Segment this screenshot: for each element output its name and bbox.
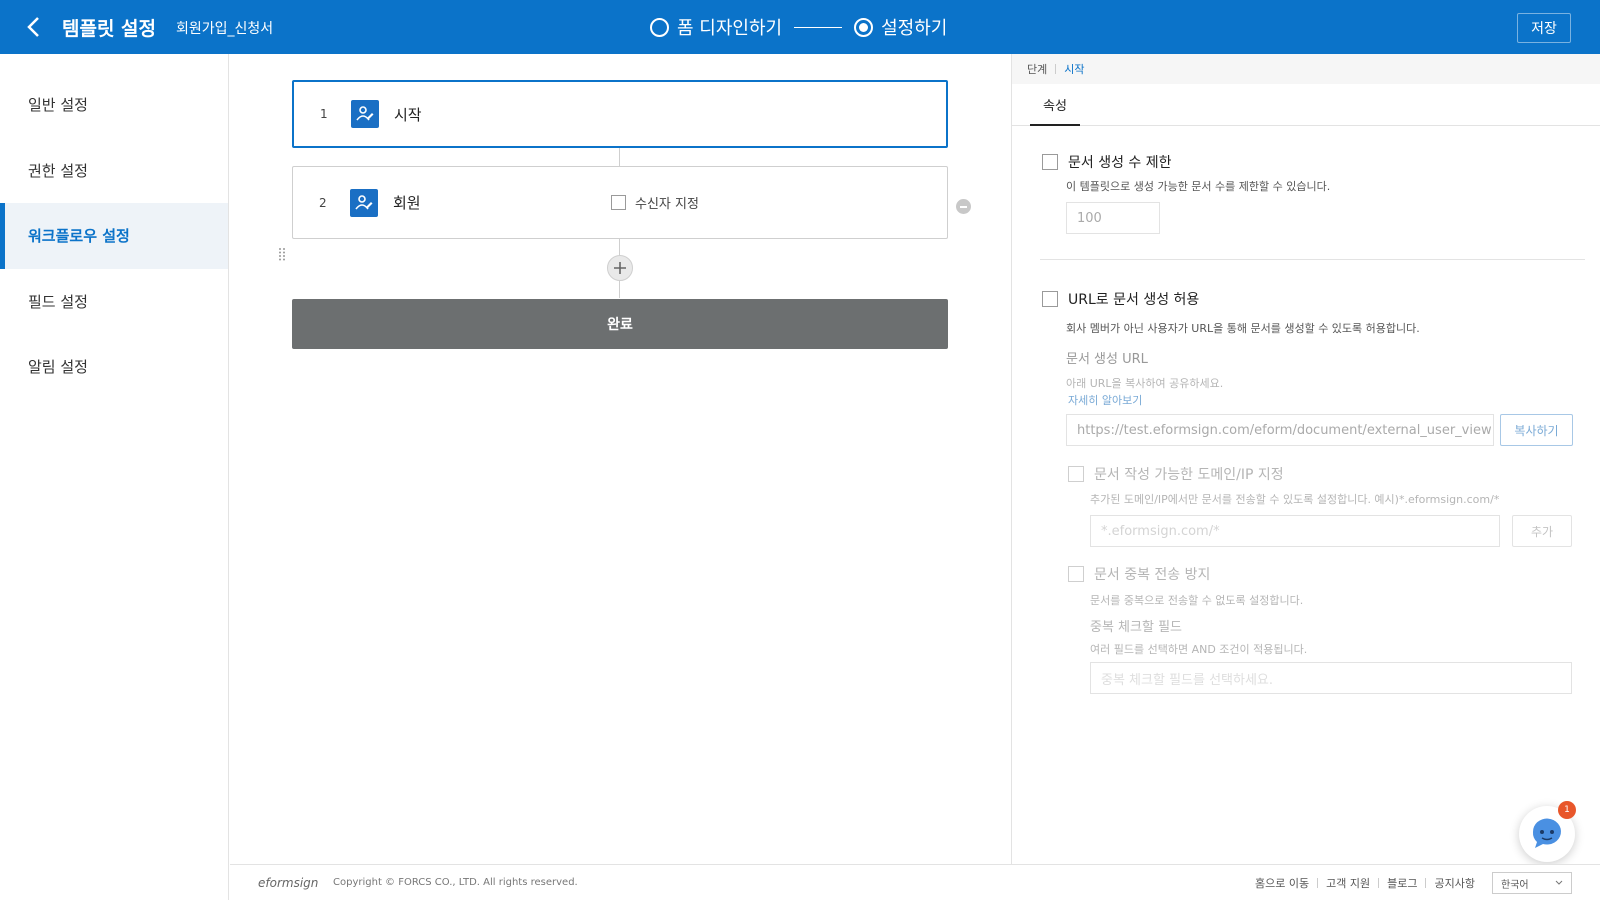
sidebar-item-workflow[interactable]: 워크플로우 설정 xyxy=(0,203,228,269)
footer-logo: eformsign xyxy=(258,875,319,890)
limit-checkbox[interactable] xyxy=(1042,154,1058,170)
language-value: 한국어 xyxy=(1501,879,1529,891)
step-form-design[interactable]: 폼 디자인하기 xyxy=(650,14,782,40)
workflow-step-start[interactable]: 1 시작 xyxy=(292,80,948,148)
footer-link-blog[interactable]: 블로그 xyxy=(1387,875,1417,891)
remove-step-icon[interactable] xyxy=(956,199,971,214)
drag-handle-icon[interactable] xyxy=(278,246,286,261)
top-header: 템플릿 설정 회원가입_신청서 폼 디자인하기 설정하기 저장 xyxy=(0,0,1600,54)
tab-properties[interactable]: 속성 xyxy=(1030,84,1080,126)
url-sub-description: 아래 URL을 복사하여 공유하세요. xyxy=(1066,377,1224,390)
sidebar-item-notifications[interactable]: 알림 설정 xyxy=(0,334,228,400)
chat-badge: 1 xyxy=(1558,801,1576,819)
url-description: 회사 멤버가 아닌 사용자가 URL을 통해 문서를 생성할 수 있도록 허용합… xyxy=(1066,322,1420,335)
document-name: 회원가입_신청서 xyxy=(176,21,274,37)
domain-label: 문서 작성 가능한 도메인/IP 지정 xyxy=(1094,467,1284,483)
workflow-canvas: 1 시작 2 회원 수신자 지정 완료 xyxy=(230,54,1010,864)
connector-line xyxy=(619,148,620,166)
duplicate-field-select[interactable]: 중복 체크할 필드를 선택하세요. xyxy=(1090,662,1572,694)
settings-sidebar: 일반 설정 권한 설정 워크플로우 설정 필드 설정 알림 설정 xyxy=(0,54,229,900)
breadcrumb: 단계 시작 xyxy=(1012,54,1600,84)
workflow-step-member[interactable]: 2 회원 수신자 지정 xyxy=(292,166,948,239)
step-divider xyxy=(794,26,843,28)
duplicate-option[interactable]: 문서 중복 전송 방지 xyxy=(1068,564,1210,584)
add-step-button[interactable] xyxy=(607,255,633,281)
footer-link-notice[interactable]: 공지사항 xyxy=(1434,875,1474,891)
chatbot-icon xyxy=(1532,818,1561,848)
duplicate-field-description: 여러 필드를 선택하면 AND 조건이 적용됩니다. xyxy=(1090,643,1308,656)
checkbox[interactable] xyxy=(611,195,626,210)
footer-separator xyxy=(1425,877,1427,888)
breadcrumb-parent: 단계 xyxy=(1027,63,1048,76)
properties-panel: 단계 시작 속성 문서 생성 수 제한 이 템플릿으로 생성 가능한 문서 수를… xyxy=(1011,54,1600,864)
user-edit-icon xyxy=(350,188,378,217)
breadcrumb-current: 시작 xyxy=(1064,63,1085,76)
duplicate-label: 문서 중복 전송 방지 xyxy=(1094,567,1211,583)
user-edit-icon xyxy=(351,100,379,128)
url-sub-label: 문서 생성 URL xyxy=(1066,352,1148,367)
limit-description: 이 템플릿으로 생성 가능한 문서 수를 제한할 수 있습니다. xyxy=(1066,180,1331,193)
panel-tabs: 속성 xyxy=(1012,84,1600,126)
url-option[interactable]: URL로 문서 생성 허용 xyxy=(1042,289,1199,309)
footer-links: 홈으로 이동 고객 지원 블로그 공지사항 xyxy=(1255,875,1475,891)
footer-separator xyxy=(1317,877,1319,888)
step-name: 시작 xyxy=(394,105,422,124)
footer: eformsign Copyright © FORCS CO., LTD. Al… xyxy=(230,864,1600,900)
copyright-text: Copyright © FORCS CO., LTD. All rights r… xyxy=(333,877,578,888)
limit-label: 문서 생성 수 제한 xyxy=(1068,155,1172,171)
recipient-label: 수신자 지정 xyxy=(635,197,699,212)
duplicate-checkbox[interactable] xyxy=(1068,566,1084,582)
step-number: 2 xyxy=(319,195,327,210)
domain-option[interactable]: 문서 작성 가능한 도메인/IP 지정 xyxy=(1068,464,1284,484)
domain-description: 추가된 도메인/IP에서만 문서를 전송할 수 있도록 설정합니다. 예시)*.… xyxy=(1090,493,1500,506)
copy-url-button[interactable]: 복사하기 xyxy=(1500,414,1573,446)
radio-icon xyxy=(650,17,669,37)
footer-link-home[interactable]: 홈으로 이동 xyxy=(1255,875,1309,891)
duplicate-description: 문서를 중복으로 전송할 수 없도록 설정합니다. xyxy=(1090,594,1304,607)
footer-link-support[interactable]: 고객 지원 xyxy=(1326,875,1370,891)
breadcrumb-separator xyxy=(1055,64,1057,74)
recipient-checkbox[interactable]: 수신자 지정 xyxy=(611,193,699,212)
back-arrow-icon[interactable] xyxy=(22,14,48,40)
language-select[interactable]: 한국어 xyxy=(1492,872,1572,894)
step-number: 1 xyxy=(320,107,328,121)
chevron-down-icon xyxy=(1555,880,1563,885)
workflow-complete-step[interactable]: 완료 xyxy=(292,299,948,349)
duplicate-field-label: 중복 체크할 필드 xyxy=(1090,620,1182,635)
limit-option[interactable]: 문서 생성 수 제한 xyxy=(1042,152,1172,172)
page-title: 템플릿 설정 xyxy=(62,18,157,40)
step-settings-label: 설정하기 xyxy=(881,18,948,39)
domain-checkbox[interactable] xyxy=(1068,466,1084,482)
footer-separator xyxy=(1378,877,1380,888)
url-label: URL로 문서 생성 허용 xyxy=(1068,292,1200,308)
step-name: 회원 xyxy=(393,194,421,212)
step-form-design-label: 폼 디자인하기 xyxy=(677,18,783,39)
learn-more-link[interactable]: 자세히 알아보기 xyxy=(1068,392,1142,408)
sidebar-item-permissions[interactable]: 권한 설정 xyxy=(0,138,228,204)
step-settings[interactable]: 설정하기 xyxy=(854,14,947,40)
step-indicator: 폼 디자인하기 설정하기 xyxy=(650,15,947,39)
add-domain-button[interactable]: 추가 xyxy=(1512,515,1572,547)
divider xyxy=(1040,259,1585,260)
radio-checked-icon xyxy=(854,17,874,37)
sidebar-item-fields[interactable]: 필드 설정 xyxy=(0,269,228,335)
url-checkbox[interactable] xyxy=(1042,291,1058,307)
save-button[interactable]: 저장 xyxy=(1517,13,1571,43)
limit-count-input[interactable]: 100 xyxy=(1066,202,1160,234)
sidebar-item-general[interactable]: 일반 설정 xyxy=(0,72,228,138)
plus-icon xyxy=(614,262,626,274)
url-input[interactable]: https://test.eformsign.com/eform/documen… xyxy=(1066,414,1494,446)
domain-input[interactable]: *.eformsign.com/* xyxy=(1090,515,1500,547)
